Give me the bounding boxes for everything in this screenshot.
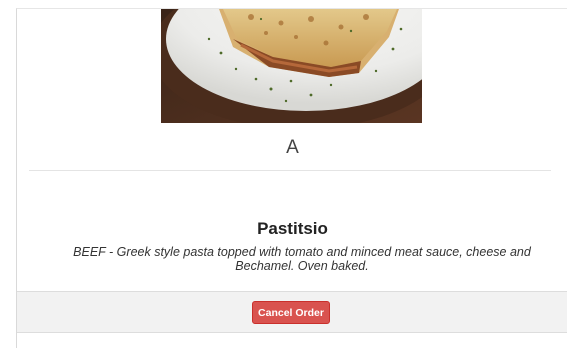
dish-photo — [161, 9, 422, 123]
dish-description: BEEF - Greek style pasta topped with tom… — [73, 245, 531, 273]
order-card: A Pastitsio BEEF - Greek style pasta top… — [16, 8, 567, 348]
divider — [29, 170, 551, 171]
cancel-order-button[interactable]: Cancel Order — [252, 301, 330, 324]
table-label: A — [286, 137, 299, 158]
card-footer: Cancel Order — [17, 291, 567, 333]
dish-name: Pastitsio — [257, 219, 328, 238]
